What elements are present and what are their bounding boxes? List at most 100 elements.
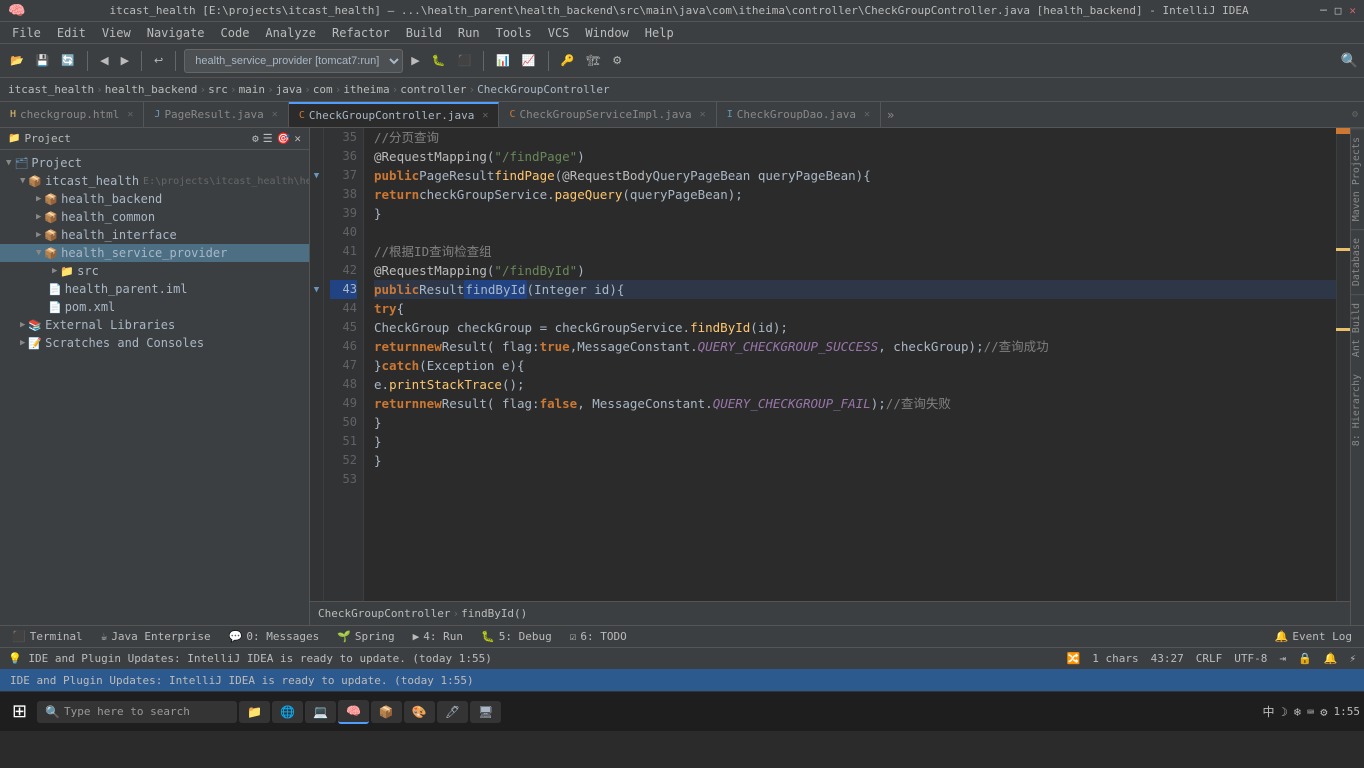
menu-help[interactable]: Help — [637, 24, 682, 42]
tab-more-btn[interactable]: » — [881, 102, 900, 127]
menu-edit[interactable]: Edit — [49, 24, 94, 42]
breadcrumb-itcast[interactable]: itcast_health — [8, 83, 94, 96]
menu-analyze[interactable]: Analyze — [257, 24, 324, 42]
breadcrumb-backend[interactable]: health_backend — [105, 83, 198, 96]
settings-btn[interactable]: ⚙ — [608, 52, 626, 69]
menu-tools[interactable]: Tools — [488, 24, 540, 42]
breadcrumb-java[interactable]: java — [276, 83, 303, 96]
minimize-btn[interactable]: ─ — [1320, 4, 1327, 17]
breadcrumb-src[interactable]: src — [208, 83, 228, 96]
menu-view[interactable]: View — [94, 24, 139, 42]
editor-bc-controller[interactable]: CheckGroupController — [318, 607, 450, 620]
code-editor[interactable]: //分页查询 @RequestMapping("/findPage") publ… — [364, 128, 1336, 601]
menu-window[interactable]: Window — [577, 24, 636, 42]
sidebar-item-src[interactable]: ▶ 📁 src — [0, 262, 309, 280]
breadcrumb-itheima[interactable]: itheima — [343, 83, 389, 96]
keyboard-icon[interactable]: ⌨ — [1307, 705, 1314, 719]
window-controls[interactable]: ─ □ ✕ — [1320, 4, 1356, 17]
panel-maven[interactable]: Maven Projects — [1351, 128, 1364, 229]
toolbar-undo-btn[interactable]: ↩ — [150, 52, 167, 69]
bottom-tab-messages[interactable]: 💬 0: Messages — [221, 628, 328, 645]
tab-checkgroup-html[interactable]: H checkgroup.html ✕ — [0, 102, 144, 127]
stop-btn[interactable]: ⬛ — [453, 52, 475, 69]
menu-refactor[interactable]: Refactor — [324, 24, 398, 42]
sidebar-item-health-interface[interactable]: ▶ 📦 health_interface — [0, 226, 309, 244]
bottom-tab-java-enterprise[interactable]: ☕ Java Enterprise — [93, 628, 219, 645]
sidebar-close-icon[interactable]: ✕ — [294, 132, 301, 145]
sidebar-scroll-icon[interactable]: 🎯 — [277, 132, 291, 145]
tab-close-pageresult[interactable]: ✕ — [272, 109, 278, 120]
tab-checkgroupserviceimpl[interactable]: C CheckGroupServiceImpl.java ✕ — [499, 102, 716, 127]
run-config-select[interactable]: health_service_provider [tomcat7:run] — [184, 49, 403, 73]
breadcrumb-com[interactable]: com — [313, 83, 333, 96]
tab-checkgroupcontroller[interactable]: C CheckGroupController.java ✕ — [289, 102, 500, 127]
taskbar-app-4[interactable]: 🧠 — [338, 700, 369, 724]
code-area[interactable]: ▼ ▼ 35 36 37 — [310, 128, 1350, 601]
run-btn[interactable]: ▶ — [407, 52, 423, 69]
menu-file[interactable]: File — [4, 24, 49, 42]
breadcrumb-class[interactable]: CheckGroupController — [477, 83, 609, 96]
sidebar-item-health-service-provider[interactable]: ▼ 📦 health_service_provider — [0, 244, 309, 262]
settings-tray-icon[interactable]: ⚙ — [1320, 705, 1327, 719]
tab-close-dao[interactable]: ✕ — [864, 109, 870, 120]
sidebar-item-itcast-health[interactable]: ▼ 📦 itcast_health E:\projects\itcast_hea… — [0, 172, 309, 190]
toolbar-sync-btn[interactable]: 🔄 — [57, 52, 79, 69]
structure-btn[interactable]: 🏗 — [582, 52, 604, 69]
gutter-37[interactable]: ▼ — [310, 166, 323, 185]
taskbar-app-3[interactable]: 💻 — [305, 701, 336, 723]
run-coverage-btn[interactable]: 📊 — [492, 52, 514, 69]
sidebar-item-project[interactable]: ▼ 🗂 Project — [0, 154, 309, 172]
maximize-btn[interactable]: □ — [1335, 4, 1342, 17]
taskbar-app-5[interactable]: 📦 — [371, 701, 402, 723]
taskbar-app-2[interactable]: 🌐 — [272, 701, 303, 723]
editor-indicator[interactable] — [1336, 128, 1350, 601]
bottom-tab-debug[interactable]: 🐛 5: Debug — [473, 628, 560, 645]
tab-checkgroupdao[interactable]: I CheckGroupDao.java ✕ — [717, 102, 881, 127]
cursor-position[interactable]: 43:27 — [1151, 652, 1184, 665]
sidebar-settings-icon[interactable]: ⚙ — [252, 132, 259, 145]
tab-close-impl[interactable]: ✕ — [700, 109, 706, 120]
bottom-tab-run[interactable]: ▶ 4: Run — [405, 628, 471, 645]
sidebar-item-pom-xml[interactable]: 📄 pom.xml — [0, 298, 309, 316]
debug-btn[interactable]: 🐛 — [428, 52, 450, 69]
panel-ant[interactable]: Ant Build — [1351, 294, 1364, 365]
tab-close-controller[interactable]: ✕ — [482, 110, 488, 121]
bottom-tab-spring[interactable]: 🌱 Spring — [329, 628, 402, 645]
tab-pageresult[interactable]: J PageResult.java ✕ — [144, 102, 288, 127]
taskbar-app-6[interactable]: 🎨 — [404, 701, 435, 723]
toolbar-search-btn[interactable]: 🔍 — [1341, 53, 1358, 69]
toolbar-save-btn[interactable]: 💾 — [32, 52, 54, 69]
toolbar-back-btn[interactable]: ◀ — [96, 52, 112, 69]
line-ending[interactable]: CRLF — [1196, 652, 1223, 665]
sidebar-item-health-common[interactable]: ▶ 📦 health_common — [0, 208, 309, 226]
taskbar-app-7[interactable]: 🖊 — [437, 701, 468, 723]
sidebar-collapse-icon[interactable]: ☰ — [263, 132, 273, 145]
toolbar-open-btn[interactable]: 📂 — [6, 52, 28, 69]
breadcrumb-controller[interactable]: controller — [400, 83, 466, 96]
taskbar-app-8[interactable]: 🖥 — [470, 701, 501, 723]
tab-close-html[interactable]: ✕ — [127, 109, 133, 120]
moon-icon[interactable]: ☽ — [1281, 705, 1288, 719]
menu-build[interactable]: Build — [398, 24, 450, 42]
editor-bc-method[interactable]: findById() — [461, 607, 527, 620]
menu-code[interactable]: Code — [213, 24, 258, 42]
sidebar-item-health-backend[interactable]: ▶ 📦 health_backend — [0, 190, 309, 208]
panel-hierarchy[interactable]: 8: Hierarchy — [1351, 366, 1364, 454]
ime-icon[interactable]: 中 — [1263, 703, 1275, 720]
bottom-tab-event-log[interactable]: 🔔 Event Log — [1267, 628, 1360, 645]
gutter-43[interactable]: ▼ — [310, 280, 323, 299]
snowflake-icon[interactable]: ❄ — [1294, 705, 1301, 719]
menu-navigate[interactable]: Navigate — [139, 24, 213, 42]
taskbar-start-btn[interactable]: ⊞ — [4, 697, 35, 726]
profiler-btn[interactable]: 📈 — [518, 52, 540, 69]
taskbar-app-search[interactable]: 🔍 Type here to search — [37, 701, 237, 723]
sidebar-item-health-parent-iml[interactable]: 📄 health_parent.iml — [0, 280, 309, 298]
bottom-tab-terminal[interactable]: ⬛ Terminal — [4, 628, 91, 645]
taskbar-app-1[interactable]: 📁 — [239, 701, 270, 723]
close-btn[interactable]: ✕ — [1349, 4, 1356, 17]
sidebar-item-scratches[interactable]: ▶ 📝 Scratches and Consoles — [0, 334, 309, 352]
git-btn[interactable]: 🔑 — [557, 52, 579, 69]
encoding[interactable]: UTF-8 — [1234, 652, 1267, 665]
bottom-tab-todo[interactable]: ☑ 6: TODO — [562, 628, 635, 645]
menu-vcs[interactable]: VCS — [540, 24, 578, 42]
